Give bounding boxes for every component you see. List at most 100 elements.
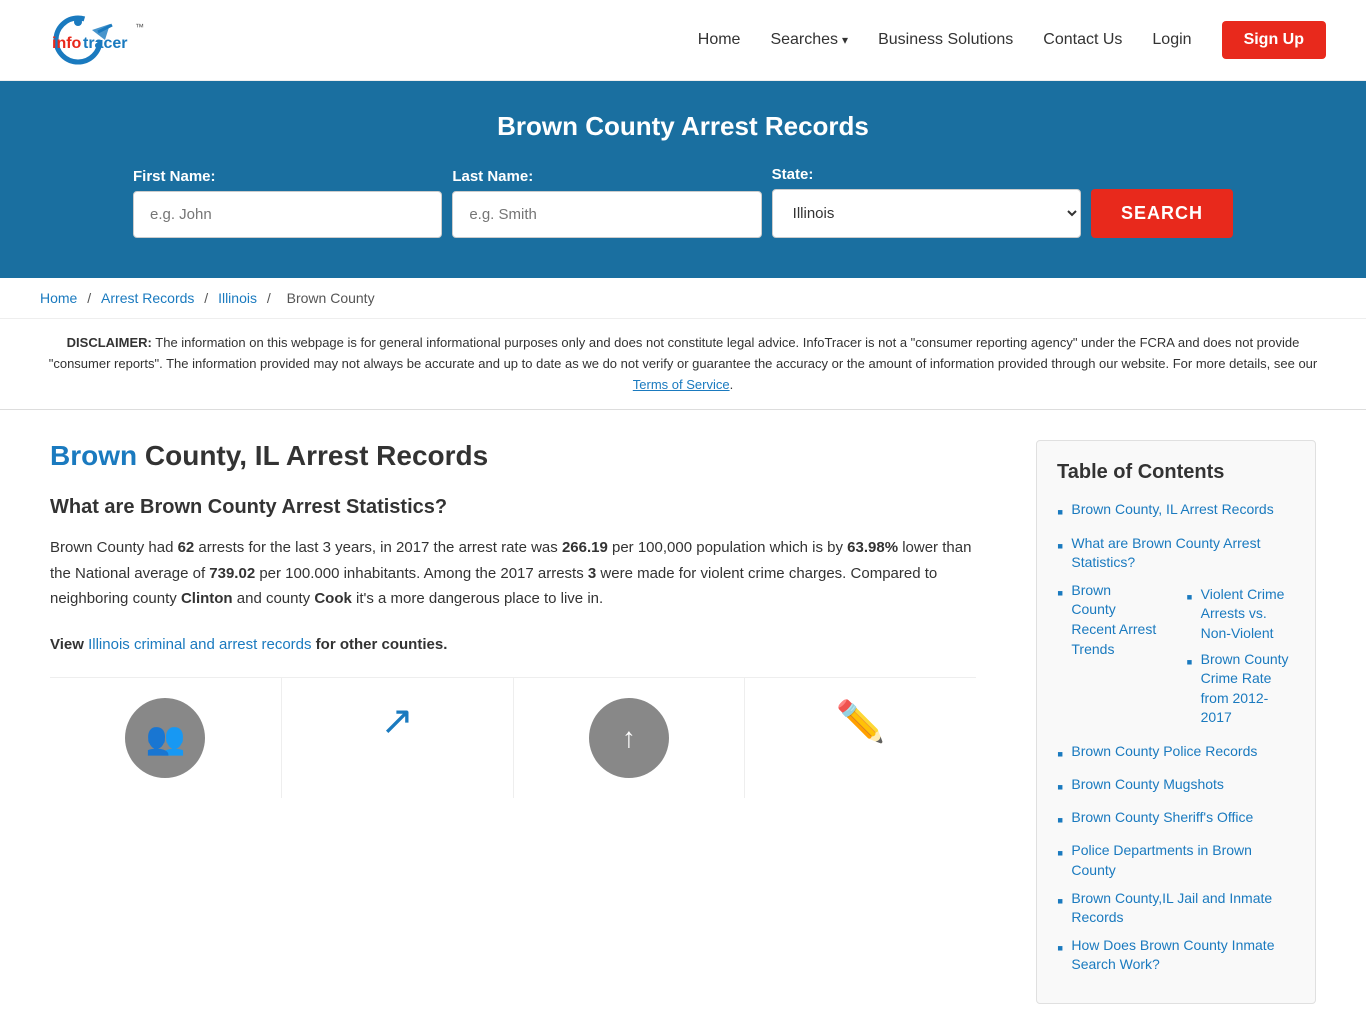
first-name-input[interactable] (133, 191, 442, 238)
icons-row: 👥 ↗ ↑ ✏️ (50, 677, 976, 798)
toc-bullet: ▪ (1186, 650, 1192, 675)
logo[interactable]: info tracer ™ (40, 10, 170, 70)
toc-item: ▪ What are Brown County Arrest Statistics… (1057, 534, 1295, 573)
state-group: State: AlabamaAlaskaArizonaArkansasCalif… (772, 166, 1081, 238)
breadcrumb-brown-county: Brown County (287, 290, 375, 306)
toc-bullet: ▪ (1057, 889, 1063, 914)
national-avg: 739.02 (209, 565, 255, 582)
toc-item: ▪ Brown County, IL Arrest Records (1057, 500, 1295, 525)
sidebar: Table of Contents ▪ Brown County, IL Arre… (1016, 410, 1336, 1034)
disclaimer-label: DISCLAIMER: (67, 335, 152, 350)
toc-list: ▪ Brown County, IL Arrest Records ▪ What ar… (1057, 500, 1295, 975)
county1: Clinton (181, 590, 233, 607)
arrest-rate: 266.19 (562, 539, 608, 556)
county2: Cook (314, 590, 352, 607)
state-label: State: (772, 166, 1081, 183)
view-label: View (50, 636, 88, 653)
toc-item: ▪ Brown County Police Records (1057, 742, 1295, 767)
breadcrumb-sep-3: / (267, 290, 275, 306)
header: info tracer ™ Home Searches ▾ Business S… (0, 0, 1366, 81)
breadcrumb-arrest-records[interactable]: Arrest Records (101, 290, 194, 306)
main-content: Brown County, IL Arrest Records What are… (0, 410, 1366, 1034)
toc-title: Table of Contents (1057, 461, 1295, 484)
toc-item: ▪ How Does Brown County Inmate Search Wor… (1057, 936, 1295, 975)
icon-item-3: ↑ (514, 678, 746, 798)
toc-sub-link[interactable]: Violent Crime Arrests vs. Non-Violent (1201, 585, 1295, 644)
breadcrumb-home[interactable]: Home (40, 290, 77, 306)
first-name-label: First Name: (133, 168, 442, 185)
toc-sub-item: ▪ Brown County Crime Rate from 2012-2017 (1186, 650, 1295, 728)
toc-bullet: ▪ (1186, 585, 1192, 610)
svg-text:™: ™ (135, 22, 144, 32)
search-button[interactable]: SEARCH (1091, 189, 1233, 238)
toc-item: ▪ Brown County Sheriff's Office (1057, 808, 1295, 833)
view-label2: for other counties. (312, 636, 448, 653)
icon-item-2: ↗ (282, 678, 514, 798)
icon-item-4: ✏️ (745, 678, 976, 798)
article: Brown County, IL Arrest Records What are… (30, 410, 996, 1034)
toc-link[interactable]: Brown County Sheriff's Office (1071, 808, 1253, 828)
nav-business-solutions[interactable]: Business Solutions (878, 31, 1013, 49)
toc-item: ▪ Brown County Recent Arrest Trends ▪ Viole… (1057, 581, 1295, 734)
arrow-up-icon: ↗ (380, 698, 414, 744)
toc-bullet: ▪ (1057, 936, 1063, 961)
svg-text:tracer: tracer (83, 35, 127, 52)
violent-count: 3 (588, 565, 596, 582)
toc-link[interactable]: Brown County Mugshots (1071, 775, 1224, 795)
toc-item: ▪ Brown County Mugshots (1057, 775, 1295, 800)
breadcrumb-sep-1: / (87, 290, 95, 306)
toc-link[interactable]: How Does Brown County Inmate Search Work… (1071, 936, 1295, 975)
last-name-label: Last Name: (452, 168, 761, 185)
illinois-records-link[interactable]: Illinois criminal and arrest records (88, 636, 311, 653)
toc-bullet: ▪ (1057, 500, 1063, 525)
terms-of-service-link[interactable]: Terms of Service (633, 377, 730, 392)
toc-bullet: ▪ (1057, 775, 1063, 800)
toc-sub-link[interactable]: Brown County Crime Rate from 2012-2017 (1201, 650, 1295, 728)
up-arrow-circle-icon: ↑ (589, 698, 669, 778)
pencil-icon: ✏️ (836, 698, 886, 745)
table-of-contents: Table of Contents ▪ Brown County, IL Arre… (1036, 440, 1316, 1004)
article-title-highlight: Brown (50, 440, 137, 471)
toc-link[interactable]: Police Departments in Brown County (1071, 841, 1295, 880)
disclaimer: DISCLAIMER: The information on this webp… (0, 319, 1366, 410)
toc-link[interactable]: Brown County Recent Arrest Trends (1071, 581, 1158, 659)
toc-link[interactable]: Brown County,IL Jail and Inmate Records (1071, 889, 1295, 928)
toc-link[interactable]: What are Brown County Arrest Statistics? (1071, 534, 1295, 573)
first-name-group: First Name: (133, 168, 442, 238)
article-stats-paragraph: Brown County had 62 arrests for the last… (50, 535, 976, 612)
toc-sub-item: ▪ Violent Crime Arrests vs. Non-Violent (1186, 585, 1295, 644)
toc-item: ▪ Brown County,IL Jail and Inmate Records (1057, 889, 1295, 928)
last-name-group: Last Name: (452, 168, 761, 238)
search-form: First Name: Last Name: State: AlabamaAla… (133, 166, 1233, 238)
nav-searches[interactable]: Searches (770, 31, 838, 49)
toc-bullet: ▪ (1057, 742, 1063, 767)
toc-link[interactable]: Brown County, IL Arrest Records (1071, 500, 1273, 520)
arrest-count: 62 (178, 539, 195, 556)
nav-contact-us[interactable]: Contact Us (1043, 31, 1122, 49)
toc-bullet: ▪ (1057, 581, 1063, 606)
nav-searches-container[interactable]: Searches ▾ (770, 31, 848, 49)
toc-bullet: ▪ (1057, 534, 1063, 559)
hero-section: Brown County Arrest Records First Name: … (0, 81, 1366, 278)
icon-item-1: 👥 (50, 678, 282, 798)
breadcrumb-illinois[interactable]: Illinois (218, 290, 257, 306)
toc-item: ▪ Police Departments in Brown County (1057, 841, 1295, 880)
article-title: Brown County, IL Arrest Records (50, 440, 976, 472)
nav-home[interactable]: Home (698, 31, 741, 49)
hero-title: Brown County Arrest Records (40, 111, 1326, 142)
nav-login[interactable]: Login (1152, 31, 1191, 49)
main-nav: Home Searches ▾ Business Solutions Conta… (698, 21, 1326, 59)
breadcrumb-sep-2: / (204, 290, 212, 306)
breadcrumb: Home / Arrest Records / Illinois / Brown… (0, 278, 1366, 319)
section1-title: What are Brown County Arrest Statistics? (50, 496, 976, 519)
toc-link[interactable]: Brown County Police Records (1071, 742, 1257, 762)
toc-bullet: ▪ (1057, 808, 1063, 833)
state-select[interactable]: AlabamaAlaskaArizonaArkansasCaliforniaCo… (772, 189, 1081, 238)
chevron-down-icon: ▾ (842, 33, 848, 47)
disclaimer-text: The information on this webpage is for g… (49, 335, 1318, 371)
people-icon: 👥 (125, 698, 205, 778)
signup-button[interactable]: Sign Up (1222, 21, 1326, 59)
last-name-input[interactable] (452, 191, 761, 238)
toc-bullet: ▪ (1057, 841, 1063, 866)
lower-pct: 63.98% (847, 539, 898, 556)
